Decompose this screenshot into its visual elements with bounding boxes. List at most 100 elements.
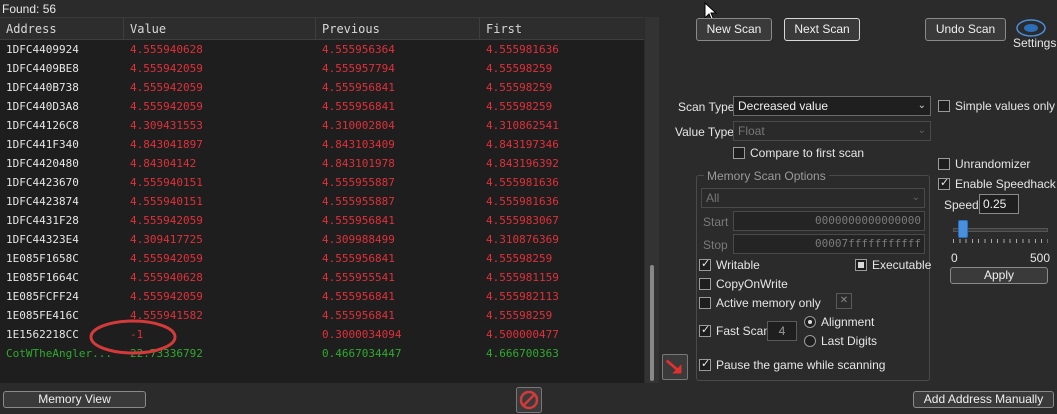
row-value: 4.555942059 (130, 62, 203, 75)
row-previous: 4.555956364 (322, 43, 395, 56)
radio-dot[interactable] (804, 335, 816, 347)
row-previous: 4.555956841 (322, 214, 395, 227)
apply-button[interactable]: Apply (950, 267, 1048, 284)
row-address: 1E085F1658C (6, 252, 79, 265)
table-row[interactable]: CotWTheAngler... 22.73336792 0.4667034447 4… (0, 344, 644, 363)
speed-slider-thumb[interactable] (958, 220, 969, 238)
stop-icon[interactable] (516, 387, 542, 413)
memory-view-button[interactable]: Memory View (3, 391, 146, 408)
stop-address-field[interactable]: 00007fffffffffff (733, 234, 925, 254)
chevron-down-icon: ⌄ (917, 125, 926, 136)
cheat-engine-logo-icon[interactable] (1016, 18, 1046, 38)
row-previous: 4.555955887 (322, 195, 395, 208)
table-row[interactable]: 1DFC4409BE8 4.555942059 4.555957794 4.55598… (0, 59, 644, 78)
checkbox-box[interactable] (733, 147, 745, 159)
executable-checkbox[interactable]: Executable (855, 258, 931, 272)
table-row[interactable]: 1DFC44323E4 4.309417725 4.309988499 4.31087… (0, 230, 644, 249)
checkbox-box[interactable] (699, 357, 711, 371)
table-row[interactable]: 1DFC44126C8 4.309431553 4.310002804 4.31086… (0, 116, 644, 135)
table-row[interactable]: 1E1562218CC -1 0.3000034094 4.500000477 (0, 325, 644, 344)
compare-first-checkbox[interactable]: Compare to first scan (733, 146, 864, 160)
last-digits-radio[interactable]: Last Digits (804, 334, 877, 348)
row-previous: 4.555956841 (322, 290, 395, 303)
undo-scan-button[interactable]: Undo Scan (925, 18, 1006, 41)
speed-input[interactable]: 0.25 (979, 194, 1019, 214)
table-row[interactable]: 1E085FCFF24 4.555942059 4.555956841 4.55598… (0, 287, 644, 306)
column-address[interactable]: Address (0, 18, 124, 39)
close-icon[interactable]: ✕ (836, 293, 852, 309)
row-value: 4.84304142 (130, 157, 197, 170)
enable-speedhack-checkbox[interactable]: Enable Speedhack (938, 176, 1056, 191)
checkbox-box[interactable] (938, 176, 950, 190)
row-value: 4.309431553 (130, 119, 203, 132)
last-digits-label: Last Digits (821, 334, 878, 348)
checkbox-box[interactable] (938, 100, 950, 112)
checkbox-box[interactable] (699, 278, 711, 290)
simple-values-checkbox[interactable]: Simple values only (938, 99, 1055, 113)
row-first: 4.310862541 (486, 119, 559, 132)
row-address: 1E085FE416C (6, 309, 79, 322)
new-scan-button[interactable]: New Scan (696, 18, 772, 41)
executable-label: Executable (872, 258, 932, 272)
row-previous: 4.555956841 (322, 100, 395, 113)
writable-checkbox[interactable]: Writable (699, 257, 760, 272)
table-row[interactable]: 1DFC4409924 4.555940628 4.555956364 4.55598… (0, 40, 644, 59)
row-first: 4.555983067 (486, 214, 559, 227)
row-address: 1DFC4420480 (6, 157, 79, 170)
table-row[interactable]: 1E085F1658C 4.555942059 4.555956841 4.55598… (0, 249, 644, 268)
row-first: 4.843196392 (486, 157, 559, 170)
row-previous: 0.4667034447 (322, 347, 402, 360)
row-address: 1DFC440B738 (6, 81, 79, 94)
checkbox-box[interactable] (938, 158, 950, 170)
pause-game-checkbox[interactable]: Pause the game while scanning (699, 357, 885, 372)
copy-on-write-label: CopyOnWrite (716, 277, 788, 291)
results-table[interactable]: Address Value Previous First 1DFC4409924… (0, 17, 644, 383)
checkbox-box[interactable] (699, 323, 711, 337)
table-row[interactable]: 1E085F1664C 4.555940628 4.555955541 4.55598… (0, 268, 644, 287)
checkbox-box[interactable] (699, 297, 711, 309)
column-previous[interactable]: Previous (316, 18, 480, 39)
active-memory-checkbox[interactable]: Active memory only (699, 296, 821, 310)
table-row[interactable]: 1DFC4431F28 4.555942059 4.555956841 4.55598… (0, 211, 644, 230)
add-address-manually-button[interactable]: Add Address Manually (913, 391, 1054, 408)
alignment-radio[interactable]: Alignment (804, 315, 874, 329)
memory-region-dropdown[interactable]: All ⌄ (701, 188, 925, 208)
table-row[interactable]: 1DFC4423670 4.555940151 4.555955887 4.55598… (0, 173, 644, 192)
speed-label: Speed (944, 198, 979, 212)
column-first[interactable]: First (480, 18, 644, 39)
results-scrollbar[interactable] (645, 17, 659, 383)
checkbox-box[interactable] (855, 259, 867, 271)
value-type-value: Float (738, 124, 765, 138)
table-row[interactable]: 1DFC440B738 4.555942059 4.555956841 4.55598… (0, 78, 644, 97)
checkbox-box[interactable] (699, 257, 711, 271)
value-type-dropdown[interactable]: Float ⌄ (733, 121, 931, 141)
fast-scan-input[interactable]: 4 (767, 321, 797, 341)
row-first: 4.500000477 (486, 328, 559, 341)
unrandomizer-checkbox[interactable]: Unrandomizer (938, 157, 1030, 171)
table-row[interactable]: 1DFC440D3A8 4.555942059 4.555956841 4.55598… (0, 97, 644, 116)
column-value[interactable]: Value (124, 18, 316, 39)
compare-first-label: Compare to first scan (750, 146, 865, 160)
table-row[interactable]: 1DFC441F340 4.843041897 4.843103409 4.84319… (0, 135, 644, 154)
radio-dot[interactable] (804, 316, 816, 328)
add-to-list-button[interactable] (662, 354, 688, 380)
row-value: 4.555940151 (130, 195, 203, 208)
start-address-field[interactable]: 0000000000000000 (733, 211, 925, 231)
memory-scan-options-title: Memory Scan Options (704, 169, 829, 183)
scrollbar-thumb[interactable] (650, 265, 654, 381)
arrow-down-right-icon (665, 359, 682, 374)
table-row[interactable]: 1DFC4423874 4.555940151 4.555955887 4.55598… (0, 192, 644, 211)
unrandomizer-label: Unrandomizer (955, 157, 1031, 171)
table-row[interactable]: 1DFC4420480 4.84304142 4.843101978 4.843196… (0, 154, 644, 173)
fast-scan-checkbox[interactable]: Fast Scan (699, 323, 770, 338)
row-value: 4.555942059 (130, 81, 203, 94)
copy-on-write-checkbox[interactable]: CopyOnWrite (699, 277, 788, 291)
next-scan-button[interactable]: Next Scan (784, 18, 860, 41)
row-value: -1 (130, 328, 144, 341)
scan-type-dropdown[interactable]: Decreased value ⌄ (733, 96, 931, 116)
settings-link[interactable]: Settings (1013, 36, 1056, 50)
row-value: 22.73336792 (130, 347, 203, 360)
row-value: 4.555942059 (130, 100, 203, 113)
row-first: 4.555981159 (486, 271, 559, 284)
table-row[interactable]: 1E085FE416C 4.555941582 4.555956841 4.55598… (0, 306, 644, 325)
